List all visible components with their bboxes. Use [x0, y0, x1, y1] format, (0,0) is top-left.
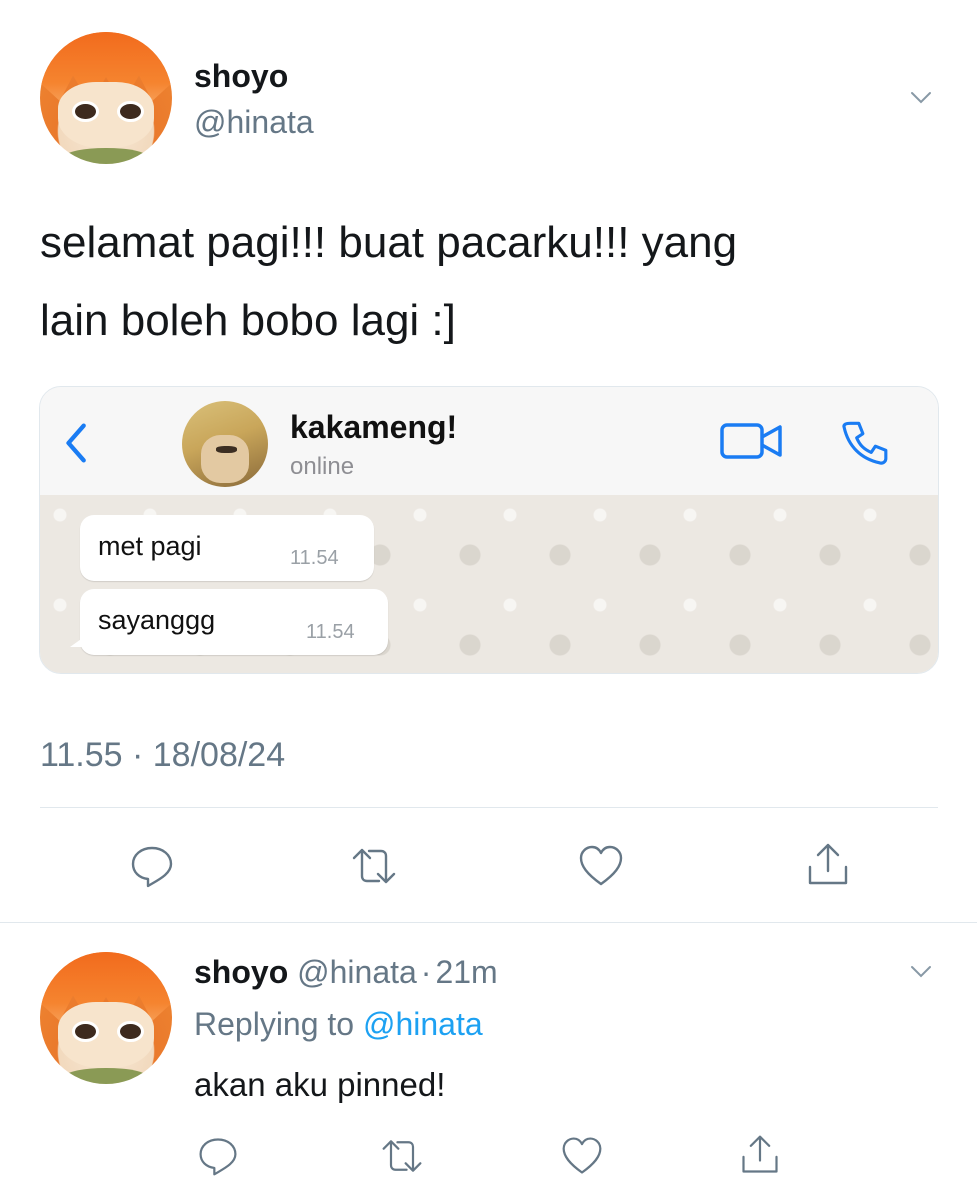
video-call-icon[interactable]: [720, 421, 784, 461]
reply-icon[interactable]: [196, 1134, 240, 1178]
reply-text: akan aku pinned!: [194, 1066, 446, 1103]
user-handle[interactable]: @hinata: [297, 954, 417, 990]
share-icon[interactable]: [738, 1132, 782, 1178]
phone-call-icon[interactable]: [840, 417, 890, 467]
share-icon[interactable]: [804, 840, 852, 890]
chat-header: kakameng! online: [40, 387, 938, 496]
message-text: met pagi: [98, 531, 202, 561]
separator: ·: [420, 954, 432, 990]
avatar[interactable]: [40, 32, 172, 164]
replying-prefix: Replying to: [194, 1006, 355, 1042]
avatar[interactable]: [40, 952, 172, 1084]
tweet-text-line-2: lain boleh bobo lagi :]: [40, 296, 456, 345]
chat-background: met pagi 11.54 sayanggg 11.54: [40, 495, 938, 673]
reply-header: shoyo @hinata · 21m: [194, 954, 498, 991]
back-arrow-icon[interactable]: [62, 421, 88, 465]
display-name[interactable]: shoyo: [194, 58, 288, 95]
tweet-text-line-1: selamat pagi!!! buat pacarku!!! yang: [40, 218, 738, 267]
message-bubble[interactable]: met pagi 11.54: [80, 515, 374, 581]
message-text: sayanggg: [98, 605, 216, 635]
reply-icon[interactable]: [128, 842, 176, 890]
retweet-icon[interactable]: [346, 842, 402, 890]
user-handle[interactable]: @hinata: [194, 104, 314, 141]
message-time: 11.54: [290, 547, 339, 569]
message-time: 11.54: [306, 621, 355, 643]
chevron-down-icon[interactable]: [905, 86, 937, 110]
display-name[interactable]: shoyo: [194, 954, 288, 990]
retweet-icon[interactable]: [376, 1134, 428, 1178]
message-bubble[interactable]: sayanggg 11.54: [70, 589, 388, 655]
contact-name[interactable]: kakameng!: [290, 409, 457, 446]
tweet-timestamp[interactable]: 11.55 · 18/08/24: [40, 736, 285, 775]
contact-status: online: [290, 453, 355, 480]
chevron-down-icon[interactable]: [905, 960, 937, 984]
replying-to: Replying to @hinata: [194, 1006, 483, 1043]
contact-avatar[interactable]: [182, 401, 268, 487]
like-icon[interactable]: [560, 1134, 604, 1178]
divider: [0, 922, 977, 923]
divider: [40, 807, 938, 808]
time-ago[interactable]: 21m: [435, 954, 497, 990]
like-icon[interactable]: [577, 842, 625, 890]
attached-image[interactable]: kakameng! online met pagi 11.54 sayanggg…: [39, 386, 939, 674]
replying-handle-link[interactable]: @hinata: [363, 1006, 483, 1042]
